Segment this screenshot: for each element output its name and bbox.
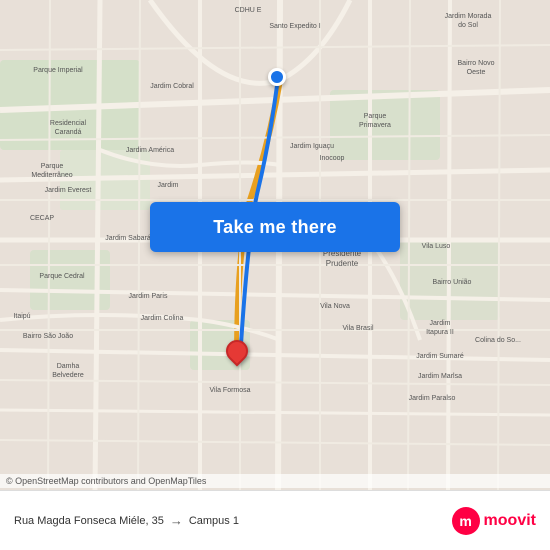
svg-text:Mediterrâneo: Mediterrâneo (31, 172, 72, 179)
svg-text:Inocoop: Inocoop (320, 155, 345, 162)
bottom-bar: Rua Magda Fonseca Miéle, 35 → Campus 1 m… (0, 490, 550, 550)
svg-text:Santo Expedito I: Santo Expedito I (269, 23, 320, 30)
moovit-icon: m (452, 507, 480, 535)
svg-text:Jardim América: Jardim América (126, 147, 174, 154)
moovit-text: moovit (484, 512, 536, 530)
svg-text:CDHU E: CDHU E (235, 7, 262, 14)
svg-text:Carandá: Carandá (55, 129, 82, 136)
svg-text:Jardim Sabará: Jardim Sabará (105, 235, 151, 242)
svg-text:Damha: Damha (57, 363, 80, 370)
svg-text:Belvedere: Belvedere (52, 372, 84, 379)
svg-text:Prudente: Prudente (326, 259, 359, 268)
map-attribution: © OpenStreetMap contributors and OpenMap… (0, 474, 550, 488)
svg-text:Bairro Novo: Bairro Novo (458, 60, 495, 67)
route-to: Campus 1 (189, 515, 239, 527)
svg-text:CECAP: CECAP (30, 215, 54, 222)
svg-text:Vila Luso: Vila Luso (422, 243, 451, 250)
svg-text:Bairro São João: Bairro São João (23, 333, 73, 340)
route-info: Rua Magda Fonseca Miéle, 35 → Campus 1 (14, 513, 444, 528)
svg-text:Jardim Everest: Jardim Everest (45, 187, 92, 194)
svg-text:Oeste: Oeste (467, 69, 486, 76)
svg-text:Parque: Parque (41, 163, 64, 170)
button-label: Take me there (213, 217, 337, 238)
svg-text:Parque Imperial: Parque Imperial (33, 67, 83, 74)
route-from: Rua Magda Fonseca Miéle, 35 (14, 515, 164, 527)
moovit-logo: m moovit (452, 507, 536, 535)
svg-text:Residencial: Residencial (50, 120, 87, 127)
svg-text:Jardim Colina: Jardim Colina (141, 315, 184, 322)
svg-text:Jardim Morada: Jardim Morada (445, 13, 492, 20)
svg-text:Parque Cedral: Parque Cedral (39, 273, 85, 280)
svg-text:do Sol: do Sol (458, 22, 478, 29)
svg-text:Jardim: Jardim (157, 182, 178, 189)
svg-text:Itapura II: Itapura II (426, 329, 454, 336)
svg-text:Primavera: Primavera (359, 122, 391, 129)
svg-text:Itaipú: Itaipú (13, 313, 30, 320)
svg-text:Jardim Paralso: Jardim Paralso (409, 395, 456, 402)
svg-text:Vila Brasil: Vila Brasil (343, 325, 374, 332)
take-me-there-button[interactable]: Take me there (150, 202, 400, 252)
svg-text:Jardim Cobral: Jardim Cobral (150, 83, 194, 90)
svg-text:Vila Formosa: Vila Formosa (209, 387, 250, 394)
svg-text:Jardim Marlsa: Jardim Marlsa (418, 373, 462, 380)
route-arrow: → (170, 513, 183, 528)
svg-text:Bairro União: Bairro União (433, 279, 472, 286)
map-container: CDHU E Santo Expedito I Jardim Morada do… (0, 0, 550, 490)
origin-marker (268, 68, 286, 86)
svg-text:Colina do So...: Colina do So... (475, 337, 521, 344)
svg-text:Parque: Parque (364, 113, 387, 120)
svg-text:Jardim: Jardim (429, 320, 450, 327)
svg-text:Jardim Paris: Jardim Paris (129, 293, 168, 300)
svg-text:Vila Nova: Vila Nova (320, 303, 350, 310)
svg-text:Jardim Sumaré: Jardim Sumaré (416, 353, 464, 360)
svg-text:Jardim Iguaçu: Jardim Iguaçu (290, 143, 334, 150)
